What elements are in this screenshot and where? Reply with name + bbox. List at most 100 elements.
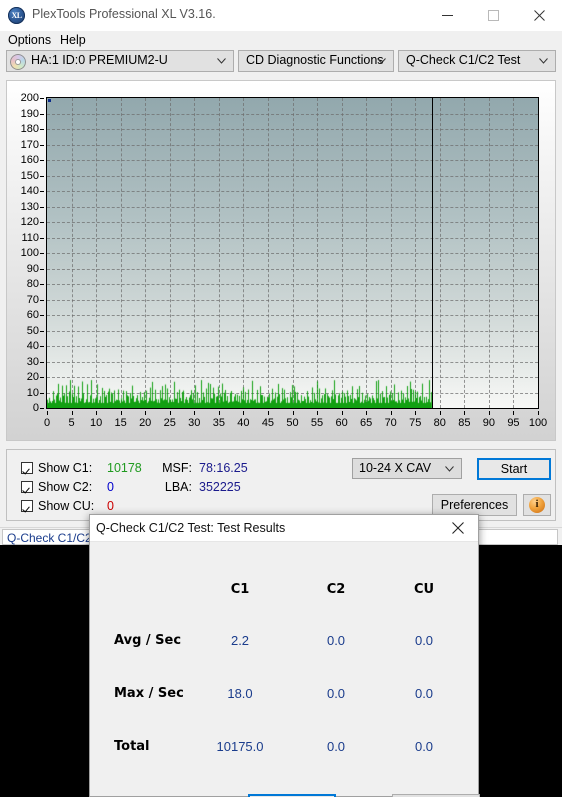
y-axis-tick	[40, 175, 44, 177]
y-axis-tick-label: 40	[26, 340, 39, 352]
chevron-down-icon	[217, 58, 226, 64]
function-select-value: CD Diagnostic Functions	[246, 53, 384, 67]
x-axis-tick-label: 25	[163, 417, 176, 429]
x-axis-tick-label: 45	[261, 417, 275, 429]
msf-label: MSF:	[162, 461, 192, 475]
checkbox-icon	[21, 500, 33, 512]
y-axis-tick	[40, 129, 44, 130]
x-axis-tick-label: 75	[409, 417, 422, 429]
results-cell: 0.0	[326, 633, 346, 648]
chevron-down-icon	[445, 466, 454, 472]
y-axis-tick	[40, 206, 44, 208]
dialog-title: Q-Check C1/C2 Test: Test Results	[96, 521, 286, 535]
x-axis-tick	[194, 411, 196, 415]
y-axis-tick-label: 20	[26, 371, 39, 383]
y-axis-tick	[40, 144, 44, 146]
msf-value: 78:16.25	[199, 461, 248, 475]
results-cell: 0.0	[414, 633, 434, 648]
lba-value: 352225	[199, 480, 241, 494]
drive-select[interactable]: HA:1 ID:0 PREMIUM2-U	[6, 50, 234, 72]
x-axis-tick	[218, 411, 220, 415]
app-logo-text: XL	[11, 11, 22, 20]
close-icon	[533, 10, 545, 21]
results-row-label: Max / Sec	[114, 686, 184, 701]
x-axis-tick-label: 20	[139, 417, 152, 429]
y-axis-tick	[40, 377, 44, 378]
plot-area	[46, 97, 539, 409]
y-axis: 0 10 20 30 40 50 60 70 80 90 100 110 120 130 140 150 160…	[7, 81, 44, 426]
x-axis-tick	[96, 411, 98, 415]
c1-bars-canvas	[47, 98, 538, 408]
menu-item-help[interactable]: Help	[58, 33, 88, 47]
y-axis-tick-label: 60	[26, 309, 39, 321]
y-axis-tick-label: 10	[26, 386, 39, 399]
y-axis-tick	[40, 222, 44, 223]
y-axis-tick-label: 70	[26, 293, 39, 306]
test-select[interactable]: Q-Check C1/C2 Test	[398, 50, 556, 72]
menu-item-options[interactable]: Options	[6, 33, 53, 47]
results-column-header: CU	[413, 582, 435, 597]
disc-icon	[10, 54, 26, 70]
x-axis-tick-label: 50	[286, 417, 299, 429]
y-axis-tick-label: 190	[20, 107, 39, 120]
y-axis-tick-label: 130	[20, 200, 39, 213]
y-axis-tick-label: 90	[26, 262, 39, 275]
start-point-marker	[48, 99, 51, 102]
y-axis-tick-label: 30	[26, 355, 39, 368]
preferences-button[interactable]: Preferences	[432, 494, 517, 516]
y-axis-tick	[40, 346, 44, 347]
x-axis-tick-label: 70	[384, 417, 397, 429]
dialog-close-button[interactable]	[438, 515, 478, 541]
x-axis-tick-label: 80	[433, 417, 446, 429]
show-cu-label: Show CU:	[38, 499, 95, 513]
screen-root: XL PlexTools Professional XL V3.16. Opti…	[0, 0, 562, 797]
show-c2-label: Show C2:	[38, 480, 93, 494]
drive-select-value: HA:1 ID:0 PREMIUM2-U	[31, 53, 168, 67]
menu-bar: Options Help	[0, 31, 562, 50]
y-axis-tick-label: 50	[26, 324, 39, 337]
checkbox-icon	[21, 462, 33, 474]
y-axis-tick	[40, 253, 44, 254]
x-axis-tick-label: 85	[458, 417, 471, 429]
y-axis-tick	[40, 191, 44, 192]
minimize-icon	[441, 15, 453, 16]
speed-select[interactable]: 10-24 X CAV	[352, 458, 462, 479]
y-axis-tick-label: 100	[20, 247, 39, 259]
y-axis-tick-label: 180	[20, 123, 39, 135]
dialog-body: C1 C2 CU Avg / Sec 2.2 0.0 0.0 Max / Sec 18.0 0.0…	[90, 542, 480, 797]
maximize-button[interactable]	[470, 0, 516, 31]
c1-error-bars	[47, 98, 538, 408]
y-axis-tick-label: 170	[20, 138, 39, 151]
y-axis-tick	[40, 160, 44, 161]
x-axis-tick	[464, 411, 466, 415]
data-end-marker	[432, 98, 434, 408]
y-axis-tick	[40, 315, 44, 316]
minimize-button[interactable]	[424, 0, 470, 31]
x-axis-tick	[267, 411, 269, 415]
x-axis-tick	[366, 411, 368, 415]
x-axis-tick	[390, 411, 392, 415]
c2-count-value: 0	[107, 480, 114, 494]
x-axis-tick	[488, 411, 490, 415]
window-title: PlexTools Professional XL V3.16.	[32, 7, 216, 21]
stats-panel: Show C1: 10178 Show C2: 0 Show CU: 0 MSF…	[6, 449, 556, 521]
x-axis-tick	[71, 411, 73, 415]
x-axis-tick	[538, 411, 539, 415]
x-axis-tick-label: 90	[482, 417, 496, 429]
close-button[interactable]	[516, 0, 562, 31]
results-cell: 10175.0	[216, 739, 264, 754]
results-row-label: Avg / Sec	[114, 633, 182, 648]
chevron-down-icon	[377, 58, 386, 64]
function-select[interactable]: CD Diagnostic Functions	[238, 50, 394, 72]
x-axis-tick-label: 5	[68, 417, 75, 429]
x-axis-tick	[513, 411, 515, 415]
toolbar: HA:1 ID:0 PREMIUM2-U CD Diagnostic Funct…	[0, 50, 562, 74]
start-button[interactable]: Start	[477, 458, 551, 480]
y-axis-tick-label: 140	[20, 185, 39, 197]
x-axis-tick	[415, 411, 417, 415]
x-axis-tick-label: 10	[89, 417, 103, 429]
info-button[interactable]	[523, 494, 551, 516]
results-column-header: C2	[326, 582, 346, 597]
title-bar: XL PlexTools Professional XL V3.16.	[0, 0, 562, 32]
x-axis-tick-label: 35	[212, 417, 225, 429]
